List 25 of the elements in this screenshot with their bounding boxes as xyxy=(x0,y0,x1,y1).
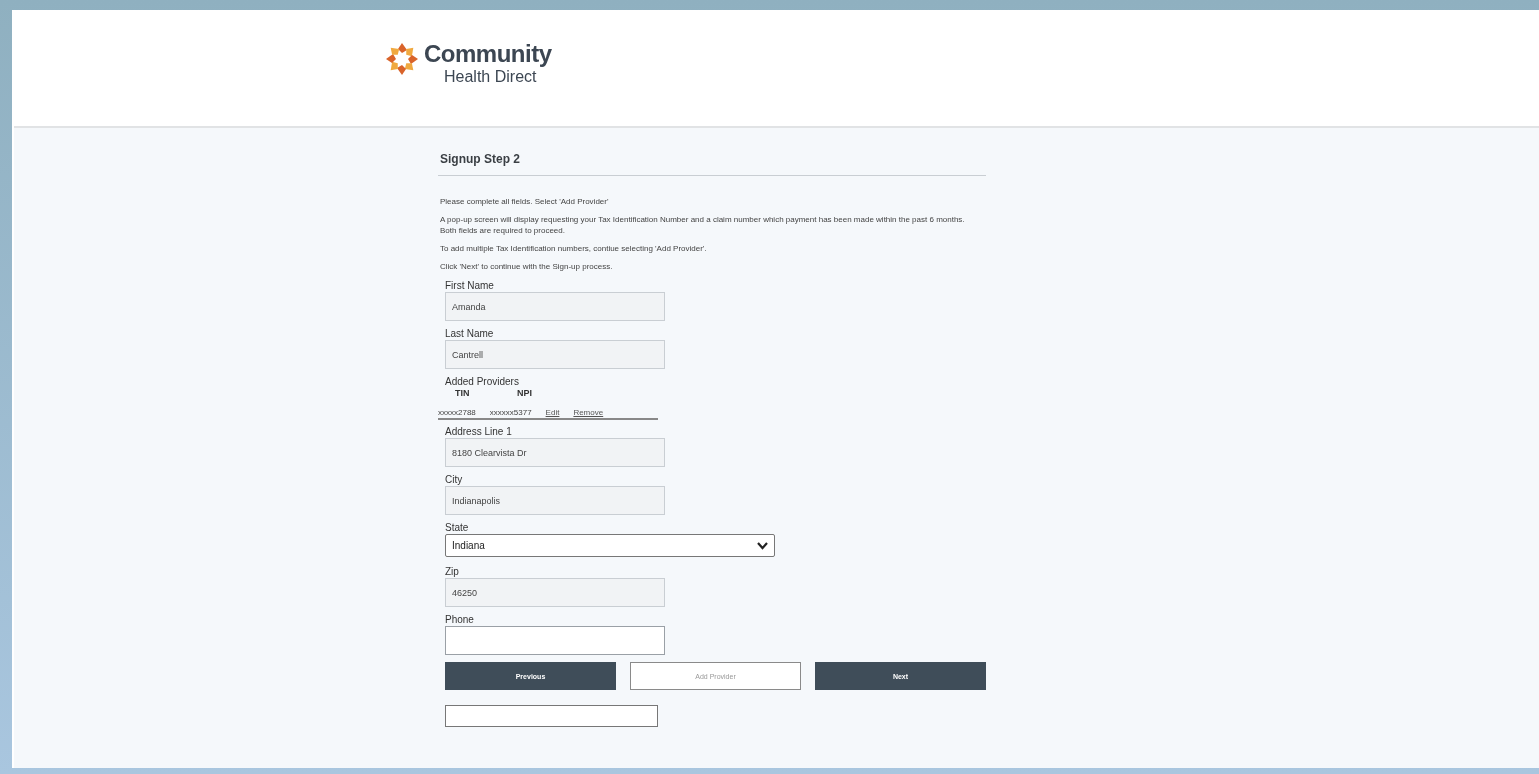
field-label: State xyxy=(445,521,470,534)
column-header: TIN xyxy=(455,388,471,398)
instruction-text: To add multiple Tax Identification numbers, contiue selecting 'Add Provider'. xyxy=(440,243,708,254)
npi-value: xxxxxx5377 xyxy=(489,408,532,417)
page-title: Signup Step 2 xyxy=(438,152,986,176)
field-label: Last Name xyxy=(445,327,495,340)
instruction-text: Click 'Next' to continue with the Sign-up process. xyxy=(440,261,614,272)
input-field[interactable] xyxy=(445,626,665,655)
logo-icon xyxy=(384,41,420,77)
logo-text: Community xyxy=(424,41,552,67)
edit-link[interactable]: Edit xyxy=(545,408,560,417)
instruction-text: A pop-up screen will display requesting your Tax Identification Number and a claim number which payment has been made within the past 6 months. Both fields are required to proceed. xyxy=(440,214,966,236)
field-label: Zip xyxy=(445,565,460,578)
logo-subtitle: Health Direct xyxy=(443,67,538,87)
field-label: City xyxy=(445,473,464,486)
remove-link[interactable]: Remove xyxy=(573,408,604,417)
field-label: First Name xyxy=(445,279,495,292)
field-label: Phone xyxy=(445,613,475,626)
section-label: Added Providers xyxy=(445,375,520,388)
column-header: NPI xyxy=(517,388,532,398)
field-label: Address Line 1 xyxy=(445,425,513,438)
instruction-text: Please complete all fields. Select 'Add Provider' xyxy=(440,196,610,207)
tin-value: xxxxx2788 xyxy=(438,408,476,417)
chevron-down-icon xyxy=(757,541,768,550)
state-select[interactable]: Indiana xyxy=(445,534,775,557)
